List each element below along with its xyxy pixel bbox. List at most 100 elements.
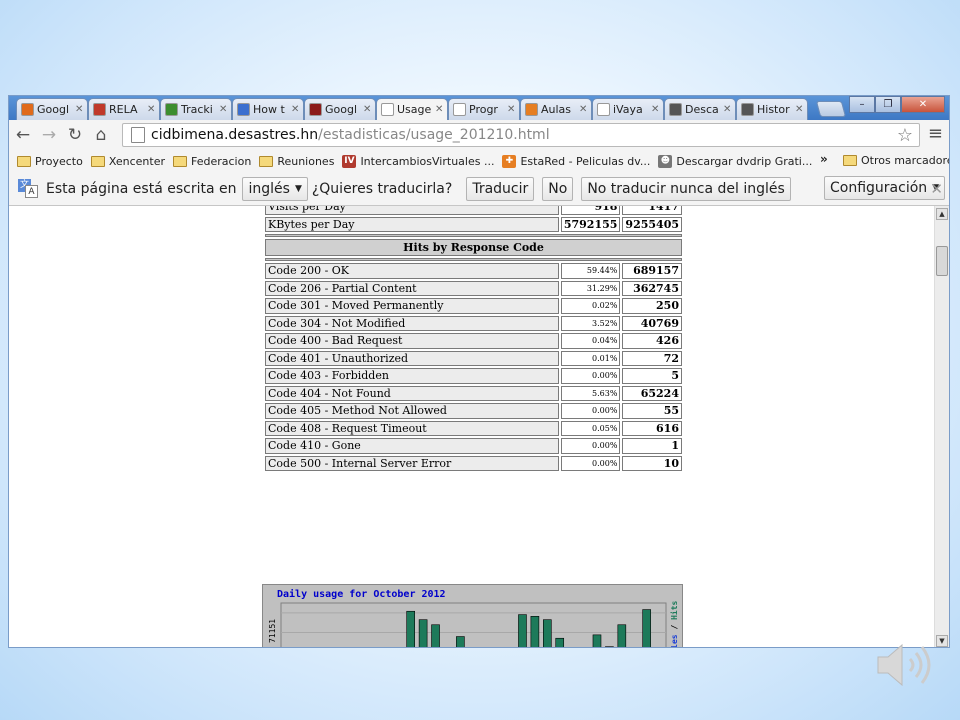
tab-10[interactable]: Histor ✕ <box>736 98 808 120</box>
favicon-icon <box>309 103 322 116</box>
new-tab-button[interactable] <box>815 101 847 117</box>
tab-label: Tracki <box>181 103 213 116</box>
code-label: Code 408 - Request Timeout <box>265 420 559 436</box>
tab-close-icon[interactable]: ✕ <box>723 104 735 115</box>
tab-4[interactable]: Googl ✕ <box>304 98 376 120</box>
bookmarks-more-icon[interactable]: » <box>820 152 828 166</box>
tab-8[interactable]: iVaya ✕ <box>592 98 664 120</box>
favicon-icon <box>597 103 610 116</box>
bookmark-item[interactable]: Reuniones <box>259 155 334 168</box>
tab-6[interactable]: Progr ✕ <box>448 98 520 120</box>
code-hits: 250 <box>622 298 682 314</box>
scroll-thumb[interactable] <box>936 246 948 276</box>
language-select[interactable]: inglés ▼ <box>242 176 308 201</box>
row-avg: 5792155 <box>560 216 621 232</box>
tab-2[interactable]: Tracki ✕ <box>160 98 232 120</box>
code-label: Code 410 - Gone <box>265 438 559 454</box>
minimize-button[interactable]: – <box>849 96 875 113</box>
tab-0[interactable]: Googl ✕ <box>16 98 88 120</box>
tab-label: Progr <box>469 103 498 116</box>
table-row: Code 301 - Moved Permanently 0.02% 250 <box>265 298 682 314</box>
browser-window: – ❐ ✕ Googl ✕ RELA ✕ Tracki ✕ How t ✕ Googl ✕ Usag… <box>8 95 950 648</box>
code-label: Code 304 - Not Modified <box>265 315 559 331</box>
tab-close-icon[interactable]: ✕ <box>75 104 87 115</box>
tab-7[interactable]: Aulas ✕ <box>520 98 592 120</box>
bookmark-item[interactable]: IV IntercambiosVirtuales ... <box>342 154 495 168</box>
translate-icon: 文A <box>18 178 40 199</box>
code-percent: 0.00% <box>560 368 621 384</box>
code-percent: 5.63% <box>560 385 621 401</box>
hits-bar <box>456 636 465 647</box>
favicon-icon <box>381 103 394 116</box>
tab-close-icon[interactable]: ✕ <box>579 104 591 115</box>
favicon-icon <box>525 103 538 116</box>
bookmark-other[interactable]: Otros marcadores <box>843 154 949 167</box>
tab-close-icon[interactable]: ✕ <box>363 104 375 115</box>
bookmark-item[interactable]: ☻ Descargar dvdrip Grati... <box>658 154 812 168</box>
tab-3[interactable]: How t ✕ <box>232 98 304 120</box>
tab-label: RELA <box>109 103 138 116</box>
reload-button[interactable]: ↻ <box>63 123 87 147</box>
code-hits: 55 <box>622 403 682 419</box>
code-label: Code 405 - Method Not Allowed <box>265 403 559 419</box>
bookmark-label: Proyecto <box>35 154 83 168</box>
code-percent: 31.29% <box>560 280 621 296</box>
vertical-scrollbar[interactable]: ▲ ▼ <box>934 206 949 647</box>
site-icon: ☻ <box>658 154 673 168</box>
tab-1[interactable]: RELA ✕ <box>88 98 160 120</box>
table-row: Code 206 - Partial Content 31.29% 362745 <box>265 280 682 296</box>
close-window-button[interactable]: ✕ <box>901 96 945 113</box>
close-icon[interactable]: ✕ <box>930 180 943 198</box>
tab-close-icon[interactable]: ✕ <box>795 104 807 115</box>
never-translate-button[interactable]: No traducir nunca del inglés <box>581 176 791 201</box>
toolbar: ← → ↻ ⌂ cidbimena.desastres.hn/estadisti… <box>9 120 949 150</box>
tab-label: iVaya <box>613 103 643 116</box>
row-max: 1417 <box>622 206 682 215</box>
no-translate-button[interactable]: No <box>542 176 574 201</box>
config-button[interactable]: Configuración ▼ <box>824 176 946 200</box>
code-hits: 689157 <box>622 263 682 279</box>
hits-bar <box>530 616 540 647</box>
hits-bar <box>431 624 440 647</box>
menu-icon[interactable]: ≡ <box>928 123 943 144</box>
table-row: Code 405 - Method Not Allowed 0.00% 55 <box>265 403 682 419</box>
tab-label: Usage <box>397 103 432 116</box>
tab-label: Histor <box>757 103 790 116</box>
bookmark-label: IntercambiosVirtuales ... <box>360 154 495 168</box>
tab-close-icon[interactable]: ✕ <box>147 104 159 115</box>
tab-5[interactable]: Usage ✕ <box>376 98 448 120</box>
bookmark-item[interactable]: Xencenter <box>90 154 165 168</box>
tab-close-icon[interactable]: ✕ <box>651 104 663 115</box>
tab-close-icon[interactable]: ✕ <box>435 104 447 115</box>
table-row: Code 200 - OK 59.44% 689157 <box>265 263 682 279</box>
code-hits: 10 <box>622 455 682 471</box>
scroll-up-arrow-icon[interactable]: ▲ <box>936 208 948 220</box>
tab-close-icon[interactable]: ✕ <box>291 104 303 115</box>
folder-icon <box>17 155 31 167</box>
code-label: Code 301 - Moved Permanently <box>265 298 559 314</box>
maximize-button[interactable]: ❐ <box>875 96 901 113</box>
tab-close-icon[interactable]: ✕ <box>507 104 519 115</box>
hits-bar <box>418 619 428 647</box>
bookmark-label: Xencenter <box>108 154 165 168</box>
code-percent: 0.02% <box>560 298 621 314</box>
back-button[interactable]: ← <box>11 123 35 147</box>
address-bar[interactable]: cidbimena.desastres.hn/estadisticas/usag… <box>122 123 920 147</box>
site-icon: ✚ <box>502 154 517 168</box>
bookmark-item[interactable]: Federacion <box>173 155 251 168</box>
site-icon: IV <box>342 154 357 168</box>
code-label: Code 403 - Forbidden <box>265 368 559 384</box>
tab-label: How t <box>253 103 285 116</box>
folder-icon <box>259 155 274 167</box>
translate-button[interactable]: Traducir <box>466 176 535 201</box>
bookmark-item[interactable]: ✚ EstaRed - Peliculas dv... <box>502 154 650 168</box>
tab-close-icon[interactable]: ✕ <box>219 104 231 115</box>
bookmark-item[interactable]: Proyecto <box>17 155 83 168</box>
bookmark-star-icon[interactable]: ☆ <box>897 125 913 146</box>
forward-button[interactable]: → <box>37 123 61 147</box>
favicon-icon <box>741 103 754 116</box>
bookmarks-bar: Proyecto Xencenter Federacion Reuniones IV In… <box>9 150 949 172</box>
speaker-icon[interactable] <box>870 635 940 695</box>
home-button[interactable]: ⌂ <box>89 123 113 147</box>
tab-9[interactable]: Desca ✕ <box>664 98 736 120</box>
